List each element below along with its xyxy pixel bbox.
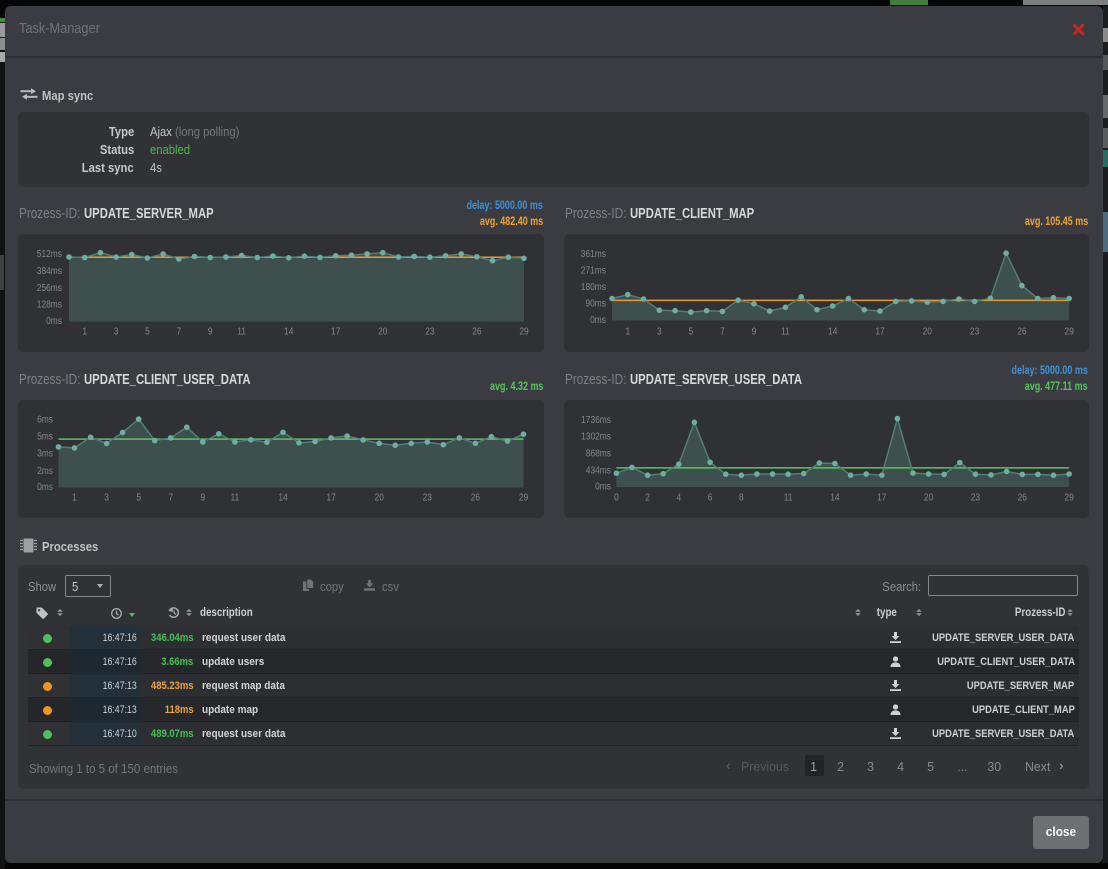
svg-text:384ms: 384ms [37, 265, 62, 277]
svg-text:0ms: 0ms [37, 481, 53, 493]
svg-text:23: 23 [971, 492, 980, 504]
svg-text:3: 3 [104, 492, 109, 504]
svg-text:3: 3 [657, 326, 662, 338]
svg-text:17: 17 [875, 326, 884, 338]
svg-text:271ms: 271ms [581, 265, 606, 277]
svg-text:3: 3 [114, 326, 119, 338]
svg-text:23: 23 [423, 492, 432, 504]
svg-text:256ms: 256ms [37, 282, 62, 294]
svg-text:29: 29 [1064, 492, 1073, 504]
svg-text:1: 1 [625, 326, 630, 338]
svg-text:3ms: 3ms [37, 448, 53, 460]
svg-text:20: 20 [375, 492, 384, 504]
svg-text:11: 11 [784, 492, 793, 504]
svg-text:0ms: 0ms [46, 315, 62, 327]
svg-text:9: 9 [752, 326, 757, 338]
svg-text:29: 29 [1065, 326, 1074, 338]
svg-text:7: 7 [720, 326, 725, 338]
svg-text:23: 23 [425, 326, 434, 338]
svg-text:2ms: 2ms [37, 465, 53, 477]
svg-text:361ms: 361ms [581, 248, 606, 260]
svg-text:128ms: 128ms [37, 299, 62, 311]
svg-text:8: 8 [739, 492, 744, 504]
svg-text:14: 14 [278, 492, 287, 504]
svg-text:17: 17 [877, 492, 886, 504]
svg-text:14: 14 [828, 326, 837, 338]
svg-text:0ms: 0ms [595, 481, 611, 493]
svg-text:2: 2 [645, 492, 650, 504]
svg-text:868ms: 868ms [586, 447, 611, 459]
svg-text:17: 17 [331, 326, 340, 338]
svg-text:11: 11 [781, 326, 790, 338]
svg-text:9: 9 [200, 492, 205, 504]
svg-text:29: 29 [519, 492, 528, 504]
svg-text:20: 20 [378, 326, 387, 338]
svg-text:1: 1 [82, 326, 87, 338]
svg-text:0: 0 [614, 492, 619, 504]
svg-text:5: 5 [145, 326, 150, 338]
svg-text:17: 17 [326, 492, 335, 504]
svg-text:23: 23 [970, 326, 979, 338]
svg-text:26: 26 [472, 326, 481, 338]
svg-text:26: 26 [471, 492, 480, 504]
svg-text:1736ms: 1736ms [581, 414, 611, 426]
svg-text:1302ms: 1302ms [581, 431, 611, 443]
svg-text:5: 5 [688, 326, 693, 338]
svg-text:6: 6 [708, 492, 713, 504]
svg-text:11: 11 [231, 492, 240, 504]
svg-text:20: 20 [923, 326, 932, 338]
svg-text:5ms: 5ms [37, 431, 53, 443]
svg-text:90ms: 90ms [585, 298, 606, 310]
svg-text:4: 4 [676, 492, 681, 504]
svg-text:434ms: 434ms [586, 464, 611, 476]
svg-text:20: 20 [924, 492, 933, 504]
svg-text:11: 11 [237, 326, 246, 338]
svg-text:9: 9 [208, 326, 213, 338]
svg-text:6ms: 6ms [37, 414, 53, 426]
svg-text:1: 1 [72, 492, 77, 504]
svg-text:14: 14 [830, 492, 839, 504]
svg-text:14: 14 [284, 326, 293, 338]
svg-text:512ms: 512ms [37, 248, 62, 260]
svg-text:7: 7 [168, 492, 173, 504]
svg-text:0ms: 0ms [590, 314, 606, 326]
svg-text:26: 26 [1017, 326, 1026, 338]
svg-text:29: 29 [519, 326, 528, 338]
svg-text:7: 7 [176, 326, 181, 338]
svg-text:5: 5 [136, 492, 141, 504]
svg-text:26: 26 [1018, 492, 1027, 504]
svg-text:180ms: 180ms [581, 281, 606, 293]
